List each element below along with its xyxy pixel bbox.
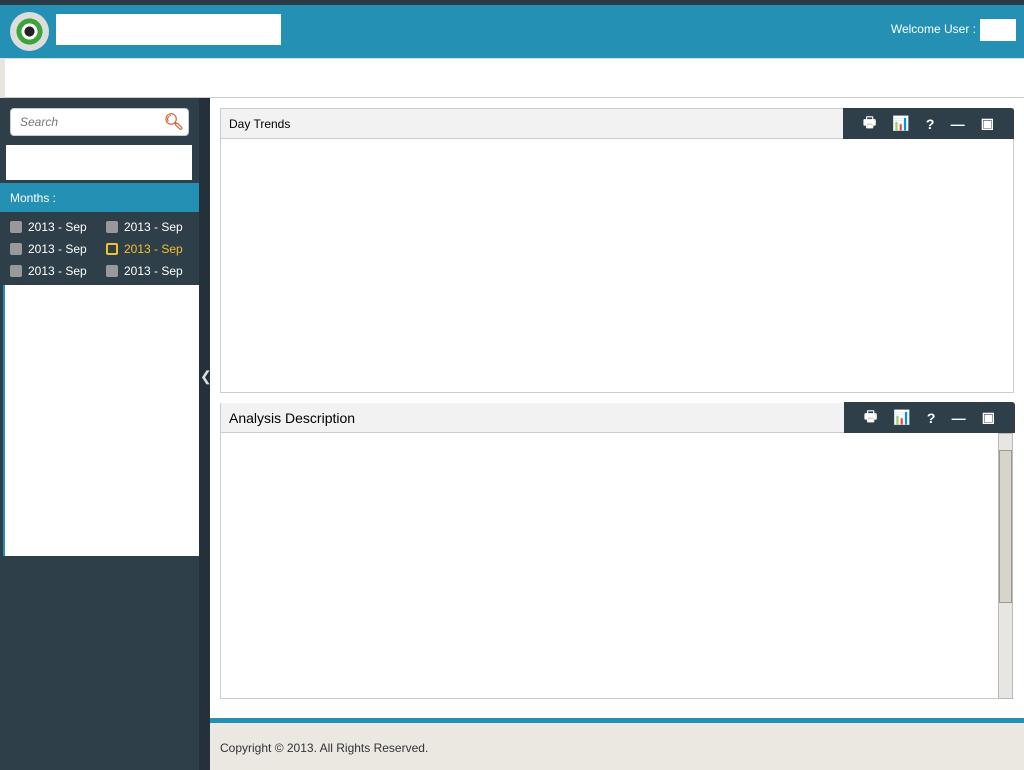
checkbox[interactable] xyxy=(106,265,118,277)
user-name xyxy=(980,19,1016,41)
checkbox[interactable] xyxy=(106,221,118,233)
sub-toolbar xyxy=(0,58,1024,98)
month-option[interactable]: 2013 - Sep xyxy=(106,264,196,278)
panel-title: Analysis Description xyxy=(229,410,356,426)
checkbox[interactable] xyxy=(10,221,22,233)
analysis-description-panel: Analysis Description 🖶 📊? — ▣ xyxy=(220,402,1015,699)
checkbox[interactable] xyxy=(10,243,22,255)
panel-toolbar: 🖶 📊? — ▣ xyxy=(844,402,1015,433)
app-title-box xyxy=(56,14,281,45)
welcome-text: Welcome User : xyxy=(890,22,976,36)
minimize-icon[interactable]: — xyxy=(952,410,966,426)
chart-icon[interactable]: 📊 xyxy=(892,115,909,132)
print-icon[interactable]: 🖶 xyxy=(863,112,876,136)
footer: Copyright © 2013. All Rights Reserved. xyxy=(210,718,1024,770)
month-option[interactable]: 2013 - Sep xyxy=(10,242,106,256)
copyright-text: Copyright © 2013. All Rights Reserved. xyxy=(220,741,429,755)
month-option[interactable]: 2013 - Sep xyxy=(106,220,196,234)
month-option[interactable]: 2013 - Sep xyxy=(10,220,106,234)
search-icon[interactable]: 🔍︎ xyxy=(164,112,184,132)
month-option-selected[interactable]: 2013 - Sep xyxy=(106,242,196,256)
chart-icon[interactable]: 📊 xyxy=(893,409,910,426)
search-input[interactable] xyxy=(11,109,151,135)
panel-header: Day Trends 🖶 📊? — ▣ xyxy=(221,108,1014,139)
filter-box xyxy=(6,145,192,180)
month-option[interactable]: 2013 - Sep xyxy=(10,264,106,278)
month-label: 2013 - Sep xyxy=(28,264,87,278)
months-header: Months : xyxy=(0,183,199,212)
month-label: 2013 - Sep xyxy=(124,264,183,278)
maximize-icon[interactable]: ▣ xyxy=(981,115,994,132)
app-logo-icon xyxy=(10,12,49,51)
sidebar-splitter[interactable] xyxy=(199,98,210,770)
list-box xyxy=(3,285,199,556)
month-label: 2013 - Sep xyxy=(124,242,183,256)
print-icon[interactable]: 🖶 xyxy=(864,406,877,430)
minimize-icon[interactable]: — xyxy=(951,116,965,132)
help-icon[interactable]: ? xyxy=(927,410,936,426)
month-label: 2013 - Sep xyxy=(28,242,87,256)
month-label: 2013 - Sep xyxy=(124,220,183,234)
checkbox[interactable] xyxy=(10,265,22,277)
search-box: 🔍︎ xyxy=(10,108,189,136)
month-label: 2013 - Sep xyxy=(28,220,87,234)
panel-title: Day Trends xyxy=(229,117,291,131)
header: Welcome User : xyxy=(0,5,1024,58)
maximize-icon[interactable]: ▣ xyxy=(982,409,995,426)
day-trends-panel: Day Trends 🖶 📊? — ▣ xyxy=(220,108,1014,393)
vertical-scrollbar[interactable] xyxy=(998,433,1013,699)
panel-header: Analysis Description 🖶 📊? — ▣ xyxy=(221,402,1015,433)
checkbox[interactable] xyxy=(106,243,118,255)
help-icon[interactable]: ? xyxy=(926,116,935,132)
collapse-sidebar-icon[interactable]: ❮ xyxy=(200,368,212,385)
scrollbar-thumb[interactable] xyxy=(999,450,1012,603)
panel-toolbar: 🖶 📊? — ▣ xyxy=(843,108,1014,139)
months-list: 2013 - Sep 2013 - Sep 2013 - Sep 2013 - … xyxy=(10,220,200,278)
